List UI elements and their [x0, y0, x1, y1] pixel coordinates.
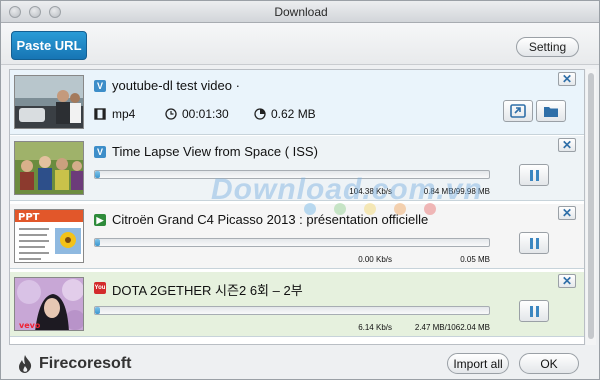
remove-button[interactable]: ✕ [558, 72, 576, 86]
svg-text:PPT: PPT [18, 212, 40, 223]
download-progress-text: 2.47 MB/1062.04 MB [414, 323, 490, 332]
remove-button[interactable]: ✕ [558, 206, 576, 220]
vimeo-icon: V [94, 80, 106, 92]
pause-icon [529, 169, 533, 181]
remove-button[interactable]: ✕ [558, 274, 576, 288]
download-progress-text: 0.05 MB [460, 255, 490, 264]
download-row: PPT ▶ Citroën Grand C4 Picasso 2013 : pr… [10, 204, 584, 269]
export-icon [510, 104, 526, 118]
video-title: Citroën Grand C4 Picasso 2013 : présenta… [112, 212, 429, 227]
title-bar: Download [1, 1, 599, 23]
close-icon: ✕ [561, 206, 573, 220]
download-row: V youtube-dl test video · mp4 00:01:30 0… [10, 70, 584, 135]
dailymotion-icon: ▶ [94, 214, 106, 226]
video-title: Time Lapse View from Space ( ISS) [112, 144, 318, 159]
open-file-button[interactable] [503, 100, 533, 122]
video-thumbnail [14, 75, 84, 129]
svg-text:vevo: vevo [19, 321, 41, 330]
progress-bar [94, 238, 490, 247]
progress-bar [94, 170, 490, 179]
video-title: youtube-dl test video · [112, 78, 240, 93]
pause-icon [529, 237, 533, 249]
progress-bar [94, 306, 490, 315]
ok-button[interactable]: OK [519, 353, 579, 374]
pause-button[interactable] [519, 232, 549, 254]
video-thumbnail: vevo [14, 277, 84, 331]
download-window: Download Paste URL Setting V youtube-dl … [0, 0, 600, 380]
video-title: DOTA 2GETHER 시즌2 6회 – 2부 [112, 283, 303, 298]
film-icon [94, 108, 106, 120]
flame-icon [19, 355, 32, 373]
open-folder-button[interactable] [536, 100, 566, 122]
import-all-button[interactable]: Import all [447, 353, 509, 374]
download-list: V youtube-dl test video · mp4 00:01:30 0… [9, 69, 585, 345]
brand-name: Firecoresoft [39, 355, 132, 372]
video-duration: 00:01:30 [182, 107, 229, 121]
pause-icon [529, 305, 533, 317]
brand-logo: Firecoresoft [15, 354, 131, 374]
scroll-thumb[interactable] [588, 73, 594, 339]
video-thumbnail [14, 141, 84, 195]
download-row: vevo You DOTA 2GETHER 시즌2 6회 – 2부 6.14 K… [10, 272, 584, 337]
remove-button[interactable]: ✕ [558, 138, 576, 152]
pause-button[interactable] [519, 300, 549, 322]
pause-button[interactable] [519, 164, 549, 186]
download-row: V Time Lapse View from Space ( ISS) 104.… [10, 136, 584, 201]
close-icon: ✕ [561, 138, 573, 152]
folder-icon [544, 106, 558, 117]
vertical-scrollbar[interactable] [586, 69, 596, 345]
vimeo-icon: V [94, 146, 106, 158]
file-size-icon [254, 108, 266, 120]
window-title: Download [274, 5, 328, 19]
video-size: 0.62 MB [271, 107, 316, 121]
toolbar: Paste URL Setting [1, 23, 599, 65]
download-progress-text: 0.84 MB/99.98 MB [423, 187, 490, 196]
setting-button[interactable]: Setting [516, 37, 579, 57]
close-icon: ✕ [561, 72, 573, 86]
video-thumbnail: PPT [14, 209, 84, 263]
close-icon: ✕ [561, 274, 573, 288]
paste-url-button[interactable]: Paste URL [11, 31, 87, 60]
youtube-icon: You [94, 282, 106, 294]
footer: Firecoresoft Import all OK [1, 347, 599, 379]
clock-icon [165, 108, 177, 120]
video-format: mp4 [112, 107, 136, 121]
